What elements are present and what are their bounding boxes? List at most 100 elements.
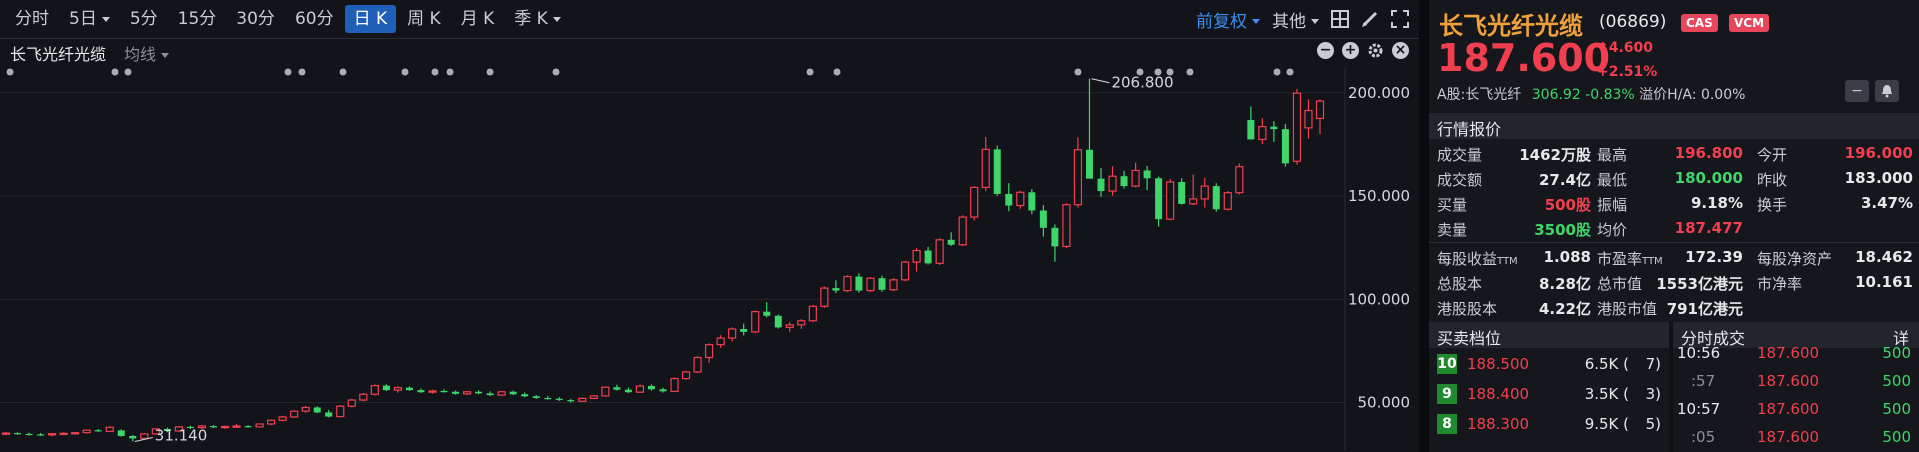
event-marker[interactable] xyxy=(552,68,560,76)
candle[interactable] xyxy=(820,286,829,308)
timeframe-tab[interactable]: 5日 xyxy=(60,5,119,33)
candle[interactable] xyxy=(417,388,425,394)
candlestick-chart[interactable]: 200.000 150.000 100.000 50.000 206.800 31.140 xyxy=(0,68,1419,450)
candle[interactable] xyxy=(1155,176,1163,227)
event-marker[interactable] xyxy=(446,68,454,76)
candle[interactable] xyxy=(889,278,898,292)
timeframe-tab[interactable]: 5分 xyxy=(121,5,167,33)
panel-divider[interactable] xyxy=(1419,0,1429,452)
candle[interactable] xyxy=(1143,165,1151,191)
candle[interactable] xyxy=(1028,189,1036,215)
candle[interactable] xyxy=(1085,78,1093,179)
candle[interactable] xyxy=(244,425,252,428)
candle[interactable] xyxy=(1304,99,1313,139)
candle[interactable] xyxy=(763,302,771,318)
candle[interactable] xyxy=(624,387,632,394)
candle[interactable] xyxy=(993,145,1001,196)
candle[interactable] xyxy=(589,395,598,400)
timeframe-tab[interactable]: 季 K xyxy=(505,5,570,33)
timeframe-tab[interactable]: 30分 xyxy=(227,5,284,33)
other-dropdown[interactable]: 其他 xyxy=(1272,7,1319,32)
candle[interactable] xyxy=(117,429,125,437)
event-marker[interactable] xyxy=(1273,68,1281,76)
orderbook-row[interactable]: 10 188.500 6.5K (7) xyxy=(1429,352,1669,376)
candle[interactable] xyxy=(601,386,610,397)
candle[interactable] xyxy=(855,273,863,293)
candle[interactable] xyxy=(220,425,230,429)
candle[interactable] xyxy=(647,384,655,391)
candle[interactable] xyxy=(37,433,45,436)
candle[interactable] xyxy=(1131,162,1140,188)
candle[interactable] xyxy=(267,419,276,426)
candle[interactable] xyxy=(462,390,472,396)
event-marker[interactable] xyxy=(401,68,409,76)
candle[interactable] xyxy=(532,395,540,399)
candle[interactable] xyxy=(751,310,760,334)
timeframe-tab[interactable]: 分时 xyxy=(6,5,58,33)
settings-icon[interactable] xyxy=(1367,42,1384,59)
candle[interactable] xyxy=(278,415,287,422)
close-icon[interactable]: × xyxy=(1392,42,1409,59)
candle[interactable] xyxy=(693,356,702,374)
candle[interactable] xyxy=(370,384,379,396)
adjust-dropdown[interactable]: 前复权 xyxy=(1196,7,1260,32)
candle[interactable] xyxy=(1051,224,1059,262)
candle[interactable] xyxy=(59,432,68,436)
candle[interactable] xyxy=(981,136,990,192)
candle[interactable] xyxy=(1097,167,1105,197)
candle[interactable] xyxy=(1,431,11,436)
candle[interactable] xyxy=(613,384,621,391)
candle[interactable] xyxy=(1016,190,1025,209)
candle[interactable] xyxy=(544,395,552,400)
candle[interactable] xyxy=(1073,137,1083,208)
candle[interactable] xyxy=(935,238,944,265)
candle[interactable] xyxy=(728,327,737,342)
candle[interactable] xyxy=(900,260,910,282)
zoom-in-icon[interactable]: + xyxy=(1342,42,1359,59)
timeframe-tab[interactable]: 60分 xyxy=(286,5,343,33)
candle[interactable] xyxy=(1108,166,1117,196)
candle[interactable] xyxy=(635,384,645,394)
timeframe-tab[interactable]: 月 K xyxy=(452,5,504,33)
candle[interactable] xyxy=(521,392,529,398)
timeframe-tab[interactable]: 周 K xyxy=(398,5,450,33)
candle[interactable] xyxy=(301,405,310,413)
candle[interactable] xyxy=(681,370,691,380)
candle[interactable] xyxy=(325,409,333,418)
candle[interactable] xyxy=(912,248,921,272)
candle[interactable] xyxy=(105,426,114,433)
event-marker[interactable] xyxy=(6,68,14,76)
candle[interactable] xyxy=(578,397,587,403)
candle[interactable] xyxy=(970,186,979,221)
timeframe-tab[interactable]: 日 K xyxy=(344,5,397,33)
candle[interactable] xyxy=(14,432,22,435)
candle[interactable] xyxy=(555,397,563,401)
candle[interactable] xyxy=(1039,205,1047,237)
candle[interactable] xyxy=(428,389,437,394)
candle[interactable] xyxy=(313,406,321,414)
event-marker[interactable] xyxy=(298,68,306,76)
candle[interactable] xyxy=(232,423,241,428)
candle[interactable] xyxy=(1270,121,1278,142)
candle[interactable] xyxy=(1120,170,1128,189)
orderbook-row[interactable]: 9 188.400 3.5K (3) xyxy=(1429,382,1669,406)
event-marker[interactable] xyxy=(111,68,119,76)
candle[interactable] xyxy=(705,343,714,363)
candle[interactable] xyxy=(1258,118,1267,144)
candle[interactable] xyxy=(209,425,217,429)
ma-dropdown[interactable]: 均线 xyxy=(124,41,170,65)
candle[interactable] xyxy=(716,335,725,348)
orderbook-row[interactable]: 8 188.300 9.5K (5) xyxy=(1429,412,1669,436)
event-marker[interactable] xyxy=(486,68,494,76)
alert-bell-icon[interactable] xyxy=(1875,80,1899,102)
candle[interactable] xyxy=(48,433,57,437)
candle[interactable] xyxy=(71,431,80,435)
candle[interactable] xyxy=(336,404,345,418)
event-marker[interactable] xyxy=(339,68,347,76)
candle[interactable] xyxy=(486,391,494,396)
event-marker[interactable] xyxy=(284,68,292,76)
candle[interactable] xyxy=(129,435,137,442)
candle[interactable] xyxy=(659,387,667,393)
candle[interactable] xyxy=(866,276,875,293)
candle[interactable] xyxy=(1247,106,1255,140)
